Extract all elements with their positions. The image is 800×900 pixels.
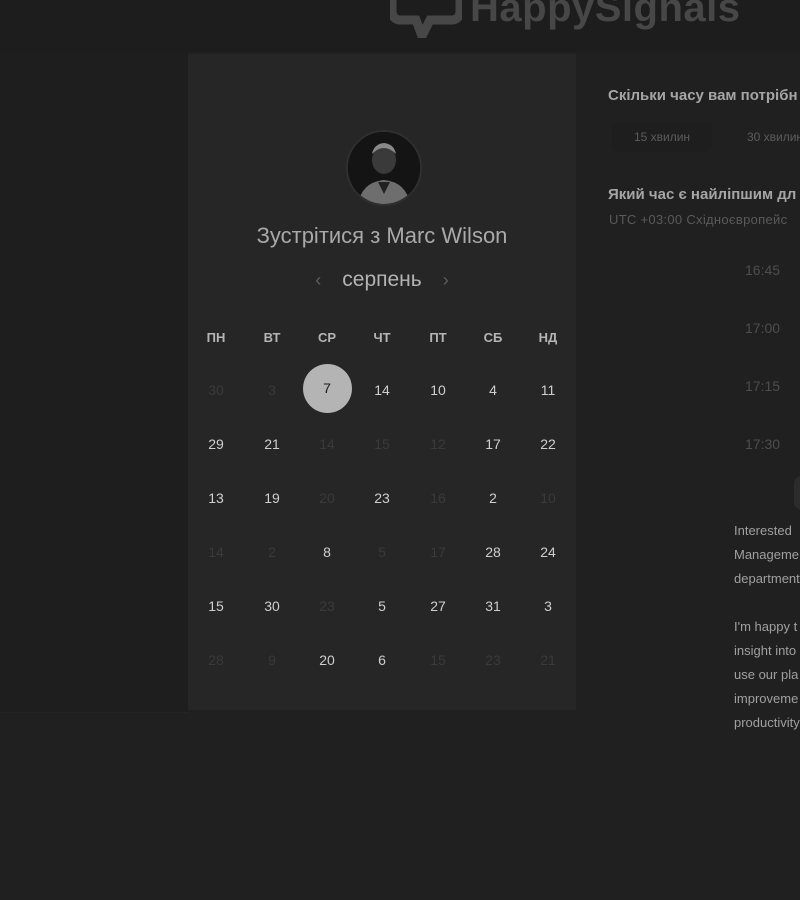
calendar-day: 5 <box>378 544 386 560</box>
calendar-day[interactable]: 24 <box>520 542 576 562</box>
description-line: Interested <box>734 523 792 538</box>
meeting-title: Зустрітися з Marc Wilson <box>256 223 508 248</box>
chevron-left-icon[interactable]: ‹ <box>298 270 338 291</box>
calendar-day: 23 <box>319 598 335 614</box>
month-label: серпень <box>342 268 422 291</box>
speech-bubble-check-icon <box>390 0 462 38</box>
chevron-right-icon[interactable]: › <box>426 270 466 291</box>
weekday-label: СР <box>317 330 337 345</box>
calendar-day: 21 <box>540 652 556 668</box>
top-bar: HappySignals <box>0 0 800 52</box>
calendar-day: 3 <box>268 382 276 398</box>
weekday-label: ПТ <box>429 330 447 345</box>
calendar-day[interactable]: 19 <box>244 488 300 508</box>
calendar-day[interactable]: 20 <box>299 650 355 670</box>
time-slot[interactable]: 17:00 <box>745 320 780 336</box>
calendar-day[interactable]: 4 <box>465 380 521 400</box>
calendar-day[interactable]: 23 <box>354 488 410 508</box>
calendar-day: 17 <box>430 544 446 560</box>
calendar-day[interactable]: 8 <box>299 542 355 562</box>
calendar-day: 14 <box>319 436 335 452</box>
calendar-day[interactable]: 11 <box>520 380 576 400</box>
calendar-day: 30 <box>208 382 224 398</box>
weekday-label: ВТ <box>263 330 281 345</box>
calendar-day[interactable]: 22 <box>520 434 576 454</box>
description-line: insight into <box>734 643 797 658</box>
calendar-day: 14 <box>208 544 224 560</box>
time-slot[interactable]: 17:15 <box>745 378 780 394</box>
calendar-day[interactable]: 10 <box>410 380 466 400</box>
time-slot[interactable]: 16:45 <box>745 262 780 278</box>
description-line: improveme <box>734 691 799 706</box>
calendar-day[interactable]: 6 <box>354 650 410 670</box>
description-line: department <box>734 571 800 586</box>
calendar-day[interactable]: 14 <box>354 380 410 400</box>
month-navigator: ‹ серпень › <box>188 268 576 292</box>
duration-option-15[interactable]: 15 хвилин <box>612 122 712 152</box>
calendar-day[interactable]: 17 <box>465 434 521 454</box>
calendar-day: 12 <box>430 436 446 452</box>
timezone-selector[interactable]: UTC +03:00 Східноєвропейс <box>609 212 787 227</box>
weekday-label: НД <box>538 330 558 345</box>
calendar-day[interactable]: 30 <box>244 596 300 616</box>
calendar-day: 16 <box>430 490 446 506</box>
calendar-day[interactable]: 28 <box>465 542 521 562</box>
left-background <box>0 52 188 713</box>
calendar-day-selected[interactable]: 7 <box>299 378 355 398</box>
time-slot[interactable]: 17:30 <box>745 436 780 452</box>
description-line: I'm happy t <box>734 619 798 634</box>
calendar-day: 23 <box>485 652 501 668</box>
brand-name: HappySignals <box>470 0 741 30</box>
duration-option-30[interactable]: 30 хвилин <box>730 122 800 152</box>
calendar-day: 2 <box>268 544 276 560</box>
calendar-day: 20 <box>319 490 335 506</box>
weekday-label: ПН <box>206 330 226 345</box>
calendar-day[interactable]: 15 <box>188 596 244 616</box>
calendar-day: 15 <box>430 652 446 668</box>
description-line: Manageme <box>734 547 800 562</box>
calendar-day: 15 <box>374 436 390 452</box>
calendar-day[interactable]: 21 <box>244 434 300 454</box>
weekday-label: СБ <box>483 330 503 345</box>
description-line: productivity <box>734 715 800 730</box>
calendar-day: 28 <box>208 652 224 668</box>
weekday-label: ЧТ <box>373 330 391 345</box>
calendar-day[interactable]: 13 <box>188 488 244 508</box>
calendar-day[interactable]: 3 <box>520 596 576 616</box>
calendar-day: 10 <box>540 490 556 506</box>
calendar-day: 9 <box>268 652 276 668</box>
description-line: use our pla <box>734 667 799 682</box>
time-question: Який час є найліпшим дл <box>608 186 797 203</box>
calendar-day[interactable]: 2 <box>465 488 521 508</box>
calendar-day[interactable]: 29 <box>188 434 244 454</box>
brand-logo[interactable]: HappySignals <box>390 0 741 38</box>
scroll-more-button[interactable] <box>794 476 800 510</box>
avatar <box>346 130 422 206</box>
calendar-day[interactable]: 5 <box>354 596 410 616</box>
calendar-day[interactable]: 31 <box>465 596 521 616</box>
duration-question: Скільки часу вам потрібн <box>608 87 798 104</box>
calendar-day[interactable]: 27 <box>410 596 466 616</box>
